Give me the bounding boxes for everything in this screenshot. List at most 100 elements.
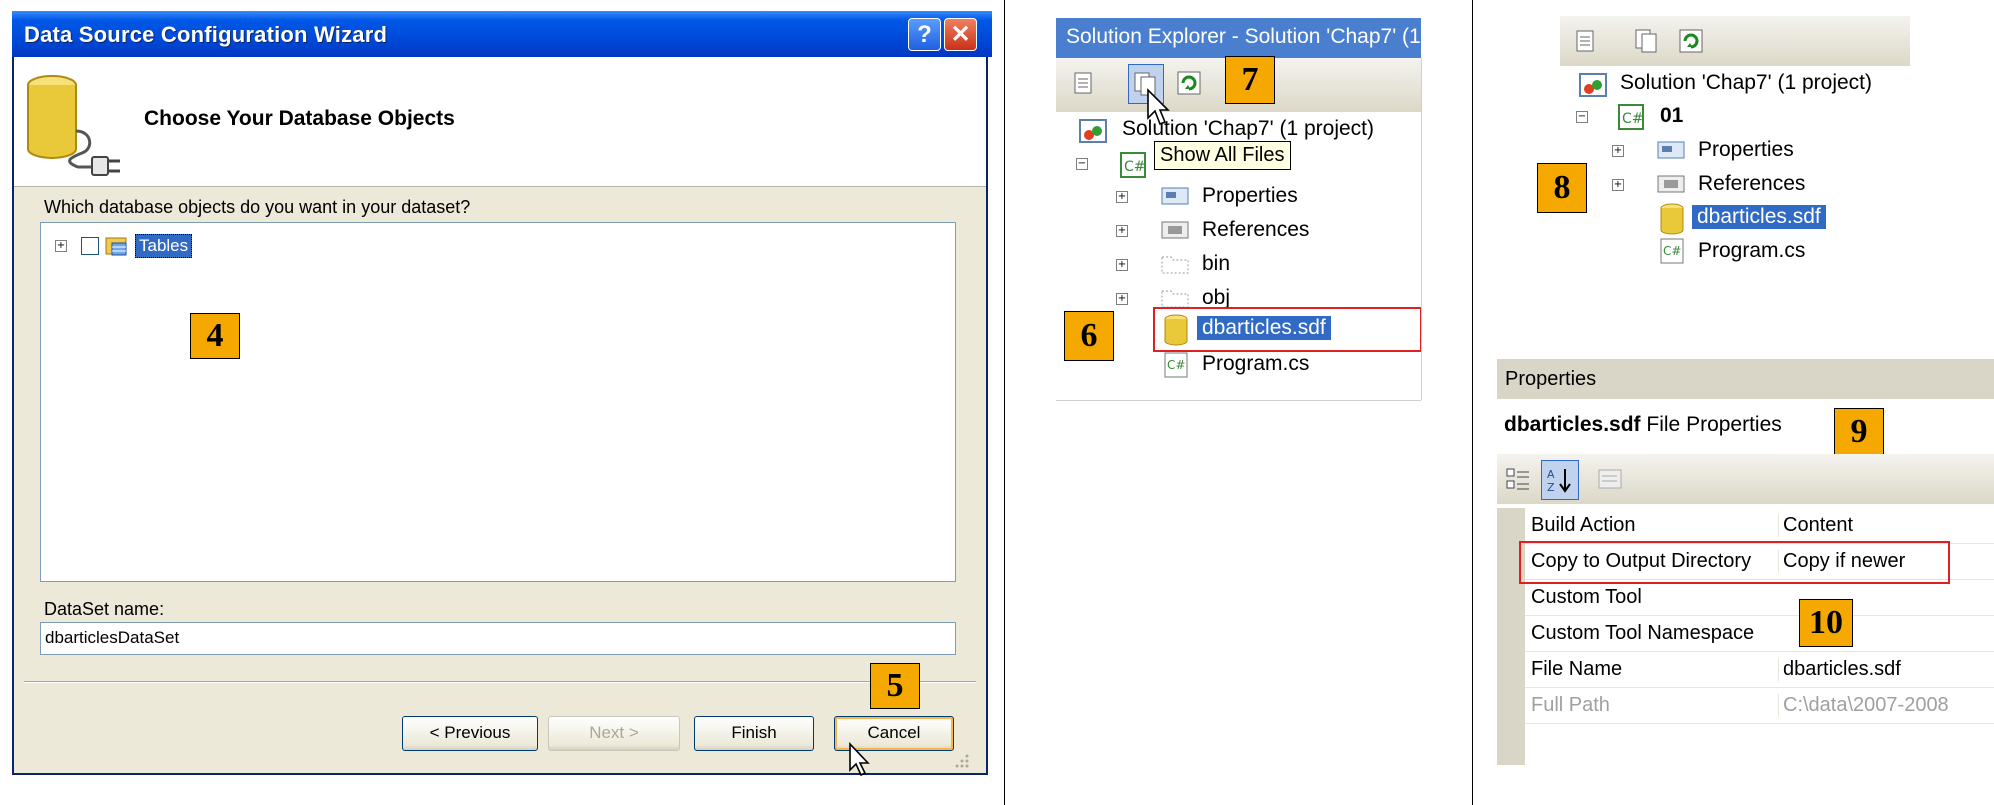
tree-item-references[interactable]: References — [1698, 172, 1805, 196]
properties-title: Properties — [1505, 368, 1597, 390]
properties-header: Properties — [1497, 359, 1994, 399]
wizard-title: Data Source Configuration Wizard — [24, 22, 388, 47]
data-source-wizard-dialog: Data Source Configuration Wizard ? ✕ Cho… — [12, 11, 992, 775]
next-button[interactable]: Next > — [548, 716, 680, 751]
database-icon — [1164, 314, 1188, 346]
database-icon — [1660, 203, 1684, 235]
solution-icon — [1079, 119, 1107, 143]
expand-icon[interactable]: + — [1116, 293, 1128, 305]
close-button[interactable]: ✕ — [944, 18, 977, 51]
refresh-icon[interactable] — [1176, 70, 1202, 96]
project-node[interactable]: 01 — [1660, 104, 1683, 128]
tree-item-program[interactable]: Program.cs — [1202, 352, 1309, 376]
property-key: Custom Tool — [1531, 586, 1642, 608]
finish-button[interactable]: Finish — [694, 716, 814, 751]
svg-text:C#: C# — [1167, 358, 1185, 372]
solution-explorer-title: Solution Explorer - Solution 'Chap7' (1 … — [1056, 18, 1421, 58]
tree-item-references[interactable]: References — [1202, 218, 1309, 242]
tree-item-properties[interactable]: Properties — [1202, 184, 1298, 208]
alphabetical-button[interactable]: AZ — [1541, 460, 1579, 500]
panel-bottom-edge — [1056, 400, 1421, 401]
previous-button[interactable]: < Previous — [402, 716, 538, 751]
mouse-cursor-icon — [849, 742, 870, 777]
show-all-files-icon[interactable] — [1634, 28, 1660, 54]
tables-node-label[interactable]: Tables — [135, 234, 193, 258]
callout-5: 5 — [870, 663, 920, 709]
objects-question-label: Which database objects do you want in yo… — [44, 197, 471, 217]
property-pages-icon[interactable] — [1597, 466, 1623, 492]
solution-icon — [1579, 73, 1607, 97]
collapse-icon[interactable]: − — [1076, 158, 1088, 170]
property-value[interactable]: dbarticles.sdf — [1778, 658, 1901, 681]
property-row[interactable]: Custom Tool Namespace — [1525, 616, 1994, 652]
resize-grip-icon[interactable] — [952, 751, 970, 769]
references-icon — [1161, 221, 1189, 239]
callout-4: 4 — [190, 313, 240, 359]
properties-object-selector[interactable]: dbarticles.sdf File Properties — [1504, 413, 1782, 437]
property-key: Build Action — [1531, 514, 1636, 536]
solution-node[interactable]: Solution 'Chap7' (1 project) — [1122, 117, 1374, 141]
wizard-heading: Choose Your Database Objects — [144, 107, 455, 130]
expand-icon[interactable]: + — [1116, 225, 1128, 237]
highlight-box — [1519, 541, 1950, 584]
solution-node[interactable]: Solution 'Chap7' (1 project) — [1620, 71, 1872, 95]
panel-right-edge — [1421, 58, 1422, 400]
database-plug-icon — [27, 75, 120, 176]
svg-text:C#: C# — [1124, 159, 1146, 175]
panel-divider — [1472, 0, 1473, 805]
references-icon — [1657, 175, 1685, 193]
csharp-project-icon: C# — [1120, 152, 1146, 178]
expand-icon[interactable]: + — [1612, 179, 1624, 191]
wizard-header: Choose Your Database Objects — [14, 57, 986, 187]
tables-folder-icon — [105, 237, 127, 256]
collapse-icon[interactable]: − — [1576, 111, 1588, 123]
property-row[interactable]: Custom Tool — [1525, 580, 1994, 616]
callout-9: 9 — [1834, 408, 1884, 456]
svg-text:C#: C# — [1663, 244, 1681, 258]
expand-icon[interactable]: + — [1612, 145, 1624, 157]
properties-icon[interactable] — [1574, 28, 1600, 54]
tree-item-dbarticles[interactable]: dbarticles.sdf — [1197, 316, 1331, 340]
callout-10: 10 — [1799, 599, 1853, 647]
tree-item-program[interactable]: Program.cs — [1698, 239, 1805, 263]
expand-icon[interactable]: + — [1116, 191, 1128, 203]
properties-toolbar: AZ — [1497, 454, 1994, 504]
properties-folder-icon — [1161, 187, 1189, 205]
solution-explorer-2-toolbar — [1560, 16, 1910, 66]
help-button[interactable]: ? — [908, 18, 941, 51]
tree-item-bin[interactable]: bin — [1202, 252, 1230, 276]
property-key: Full Path — [1531, 694, 1610, 716]
csharp-file-icon: C# — [1164, 352, 1188, 378]
property-row[interactable]: File Name dbarticles.sdf — [1525, 652, 1994, 688]
expand-icon[interactable]: + — [1116, 259, 1128, 271]
svg-text:C#: C# — [1622, 111, 1644, 127]
callout-6: 6 — [1064, 311, 1114, 361]
show-all-files-tooltip: Show All Files — [1154, 141, 1291, 170]
tables-checkbox[interactable] — [81, 237, 99, 255]
refresh-icon[interactable] — [1678, 28, 1704, 54]
folder-icon — [1161, 256, 1189, 274]
sort-alphabetical-icon: AZ — [1547, 468, 1571, 493]
csharp-file-icon: C# — [1660, 238, 1684, 264]
tree-node-tables[interactable]: + Tables — [55, 234, 193, 258]
tree-item-dbarticles[interactable]: dbarticles.sdf — [1692, 205, 1826, 229]
property-key: File Name — [1531, 658, 1623, 680]
dataset-name-input[interactable]: dbarticlesDataSet — [40, 622, 956, 655]
categorized-icon[interactable] — [1505, 466, 1531, 492]
panel-divider — [1004, 0, 1005, 805]
csharp-project-icon: C# — [1618, 104, 1644, 130]
tree-item-properties[interactable]: Properties — [1698, 138, 1794, 162]
expand-icon[interactable]: + — [55, 240, 67, 252]
property-row[interactable]: Build Action Content — [1525, 508, 1994, 544]
property-row[interactable]: Full Path C:\data\2007-2008 — [1525, 688, 1994, 724]
property-value: C:\data\2007-2008 — [1778, 694, 1949, 717]
database-objects-tree[interactable]: + Tables — [40, 222, 956, 582]
object-name: dbarticles.sdf — [1504, 413, 1641, 436]
callout-8: 8 — [1537, 163, 1587, 213]
svg-text:A: A — [1547, 468, 1555, 481]
object-type: File Properties — [1646, 413, 1782, 436]
svg-text:Z: Z — [1547, 481, 1555, 493]
properties-icon[interactable] — [1072, 70, 1098, 96]
dataset-name-label: DataSet name: — [44, 599, 165, 619]
property-value[interactable]: Content — [1778, 514, 1853, 537]
